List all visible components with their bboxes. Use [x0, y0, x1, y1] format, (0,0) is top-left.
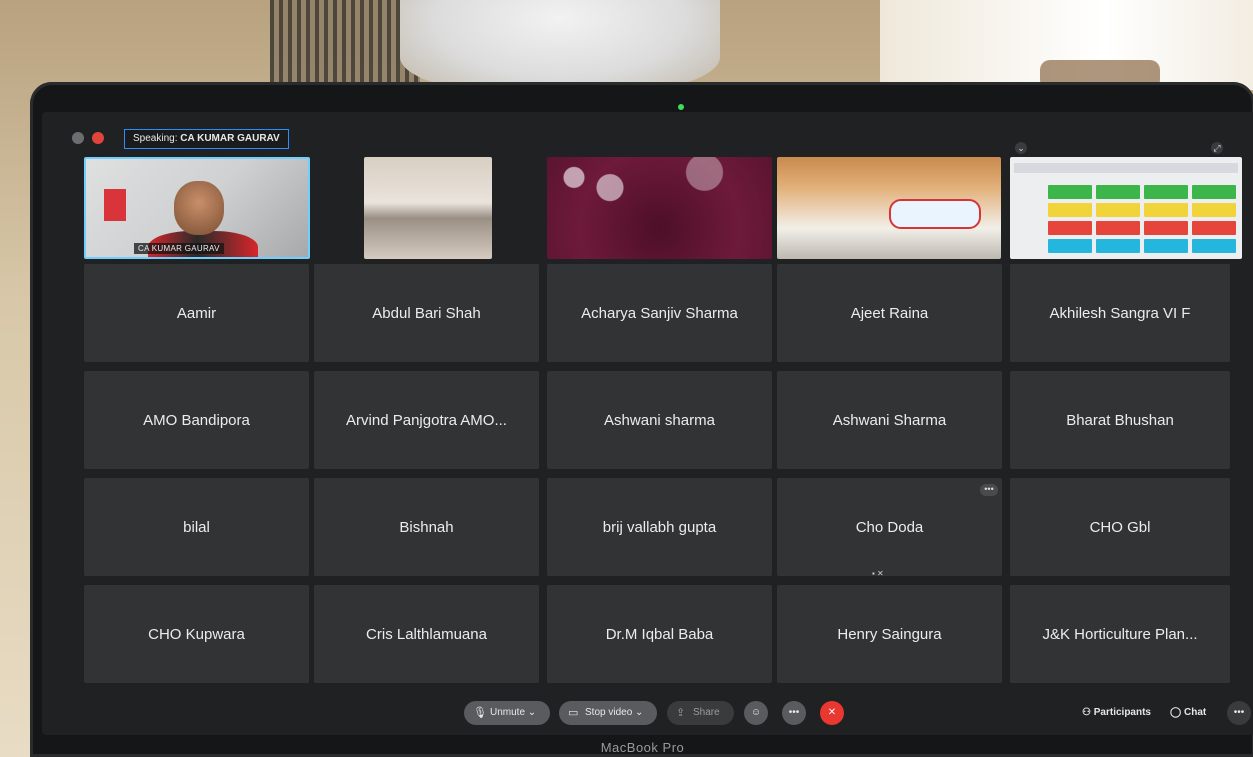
participant-name: CHO Kupwara	[148, 625, 245, 643]
participant-name: Cris Lalthlamuana	[366, 625, 487, 643]
close-icon[interactable]	[92, 132, 104, 144]
participant-tile[interactable]: CHO Gbl	[1010, 478, 1230, 576]
participant-name: CHO Gbl	[1089, 518, 1151, 536]
participant-tile[interactable]: Aamir	[84, 264, 309, 362]
participant-tile[interactable]: J&K Horticulture Plan...	[1010, 585, 1230, 683]
video-camera-icon: ▭	[568, 707, 579, 719]
speaking-name: CA KUMAR GAURAV	[180, 133, 280, 144]
more-button[interactable]: •••	[782, 701, 806, 725]
participant-name: Bishnah	[399, 518, 454, 536]
participant-tile[interactable]: Ashwani sharma	[547, 371, 772, 469]
laptop: Speaking: CA KUMAR GAURAV CA KUMAR GAURA…	[30, 82, 1253, 757]
participant-tile[interactable]: Ashwani Sharma	[777, 371, 1002, 469]
shared-screen-header	[1014, 163, 1238, 173]
participant-name: Ashwani Sharma	[832, 411, 947, 429]
camera-light-icon	[678, 104, 684, 110]
chat-label: Chat	[1183, 707, 1207, 718]
participant-tile[interactable]: AMO Bandipora	[84, 371, 309, 469]
participant-tile[interactable]: Abdul Bari Shah	[314, 264, 539, 362]
expand-icon[interactable]: ⤢	[1211, 142, 1223, 154]
participants-icon: ⚇	[1082, 707, 1091, 718]
participants-label: Participants	[1093, 707, 1151, 718]
speaking-indicator: Speaking: CA KUMAR GAURAV	[124, 129, 289, 149]
participant-name: Acharya Sanjiv Sharma	[581, 304, 738, 322]
stop-video-button[interactable]: ▭ Stop video ⌄	[559, 701, 658, 725]
video-tile-3[interactable]	[547, 157, 772, 259]
participant-tile[interactable]: bilal	[84, 478, 309, 576]
more-icon: •••	[788, 707, 800, 718]
end-call-button[interactable]: ✕	[820, 701, 844, 725]
participant-name: Dr.M Iqbal Baba	[605, 625, 714, 643]
participant-tile[interactable]: Arvind Panjgotra AMO...	[314, 371, 539, 469]
participant-tile[interactable]: Bishnah	[314, 478, 539, 576]
participant-name: J&K Horticulture Plan...	[1042, 625, 1198, 643]
unmute-label: Unmute	[490, 707, 526, 718]
participant-name: brij vallabh gupta	[602, 518, 717, 536]
participants-button[interactable]: ⚇ Participants	[1082, 701, 1151, 725]
unmute-button[interactable]: 🎙 Unmute ⌄	[464, 701, 551, 725]
presenter-name-label: CA KUMAR GAURAV	[134, 243, 224, 254]
device-label: MacBook Pro	[600, 740, 685, 755]
participant-tile[interactable]: Acharya Sanjiv Sharma	[547, 264, 772, 362]
participant-tile[interactable]: Cris Lalthlamuana	[314, 585, 539, 683]
person-background	[400, 0, 720, 95]
reactions-button[interactable]: ☺	[744, 701, 768, 725]
participant-tile[interactable]: Bharat Bhushan	[1010, 371, 1230, 469]
banner-image	[889, 199, 981, 229]
participant-tile[interactable]: Dr.M Iqbal Baba	[547, 585, 772, 683]
shared-screen-grid	[1048, 185, 1236, 253]
share-button[interactable]: ⇪ Share	[667, 701, 734, 725]
mic-muted-icon: 🎙	[473, 707, 487, 719]
flag-decoration	[104, 189, 126, 221]
toolbar-more-button[interactable]: •••	[1227, 701, 1251, 725]
participant-tile[interactable]: brij vallabh gupta	[547, 478, 772, 576]
chat-icon: ◯	[1170, 707, 1182, 718]
participant-tile[interactable]: Cho Doda	[777, 478, 1002, 576]
window-controls	[72, 132, 104, 144]
speaking-label: Speaking:	[133, 133, 178, 144]
participant-name: Cho Doda	[855, 518, 924, 536]
chat-button[interactable]: ◯ Chat	[1170, 701, 1206, 725]
participant-name: AMO Bandipora	[143, 411, 250, 429]
participant-name: Akhilesh Sangra VI F	[1049, 304, 1191, 322]
participant-tile[interactable]: Ajeet Raina	[777, 264, 1002, 362]
video-tile-2[interactable]	[364, 157, 492, 259]
chevron-down-icon[interactable]: ⌄	[1015, 142, 1027, 154]
video-tile-4[interactable]	[777, 157, 1001, 259]
more-icon[interactable]: •••	[980, 484, 998, 496]
participant-name: bilal	[183, 518, 210, 536]
participant-name: Bharat Bhushan	[1066, 411, 1174, 429]
presenter-face	[174, 181, 224, 235]
meeting-window: Speaking: CA KUMAR GAURAV CA KUMAR GAURA…	[42, 112, 1253, 735]
more-icon: •••	[1233, 707, 1245, 718]
participant-name: Henry Saingura	[837, 625, 942, 643]
participant-name: Ashwani sharma	[604, 411, 715, 429]
window-blind	[270, 0, 420, 90]
share-label: Share	[693, 707, 720, 718]
participant-tile[interactable]: Akhilesh Sangra VI F	[1010, 264, 1230, 362]
minimize-icon[interactable]	[72, 132, 84, 144]
participant-tile[interactable]: Henry Saingura	[777, 585, 1002, 683]
participant-name: Ajeet Raina	[850, 304, 929, 322]
participant-tile[interactable]: CHO Kupwara	[84, 585, 309, 683]
video-tile-presenter[interactable]: CA KUMAR GAURAV	[84, 157, 310, 259]
participant-name: Arvind Panjgotra AMO...	[346, 411, 507, 429]
participant-name: Aamir	[176, 304, 217, 322]
meeting-toolbar: 🎙 Unmute ⌄ ▭ Stop video ⌄ ⇪ Share ☺ ••• …	[42, 701, 1253, 727]
end-call-icon: ✕	[827, 707, 837, 718]
stop-video-label: Stop video	[585, 707, 633, 718]
participant-name: Abdul Bari Shah	[372, 304, 481, 322]
share-screen-icon: ⇪	[676, 707, 686, 719]
reaction-icon: ☺	[750, 707, 762, 718]
mic-muted-icon: ▪ ✕	[872, 569, 884, 578]
video-tile-screen-share[interactable]	[1010, 157, 1242, 259]
